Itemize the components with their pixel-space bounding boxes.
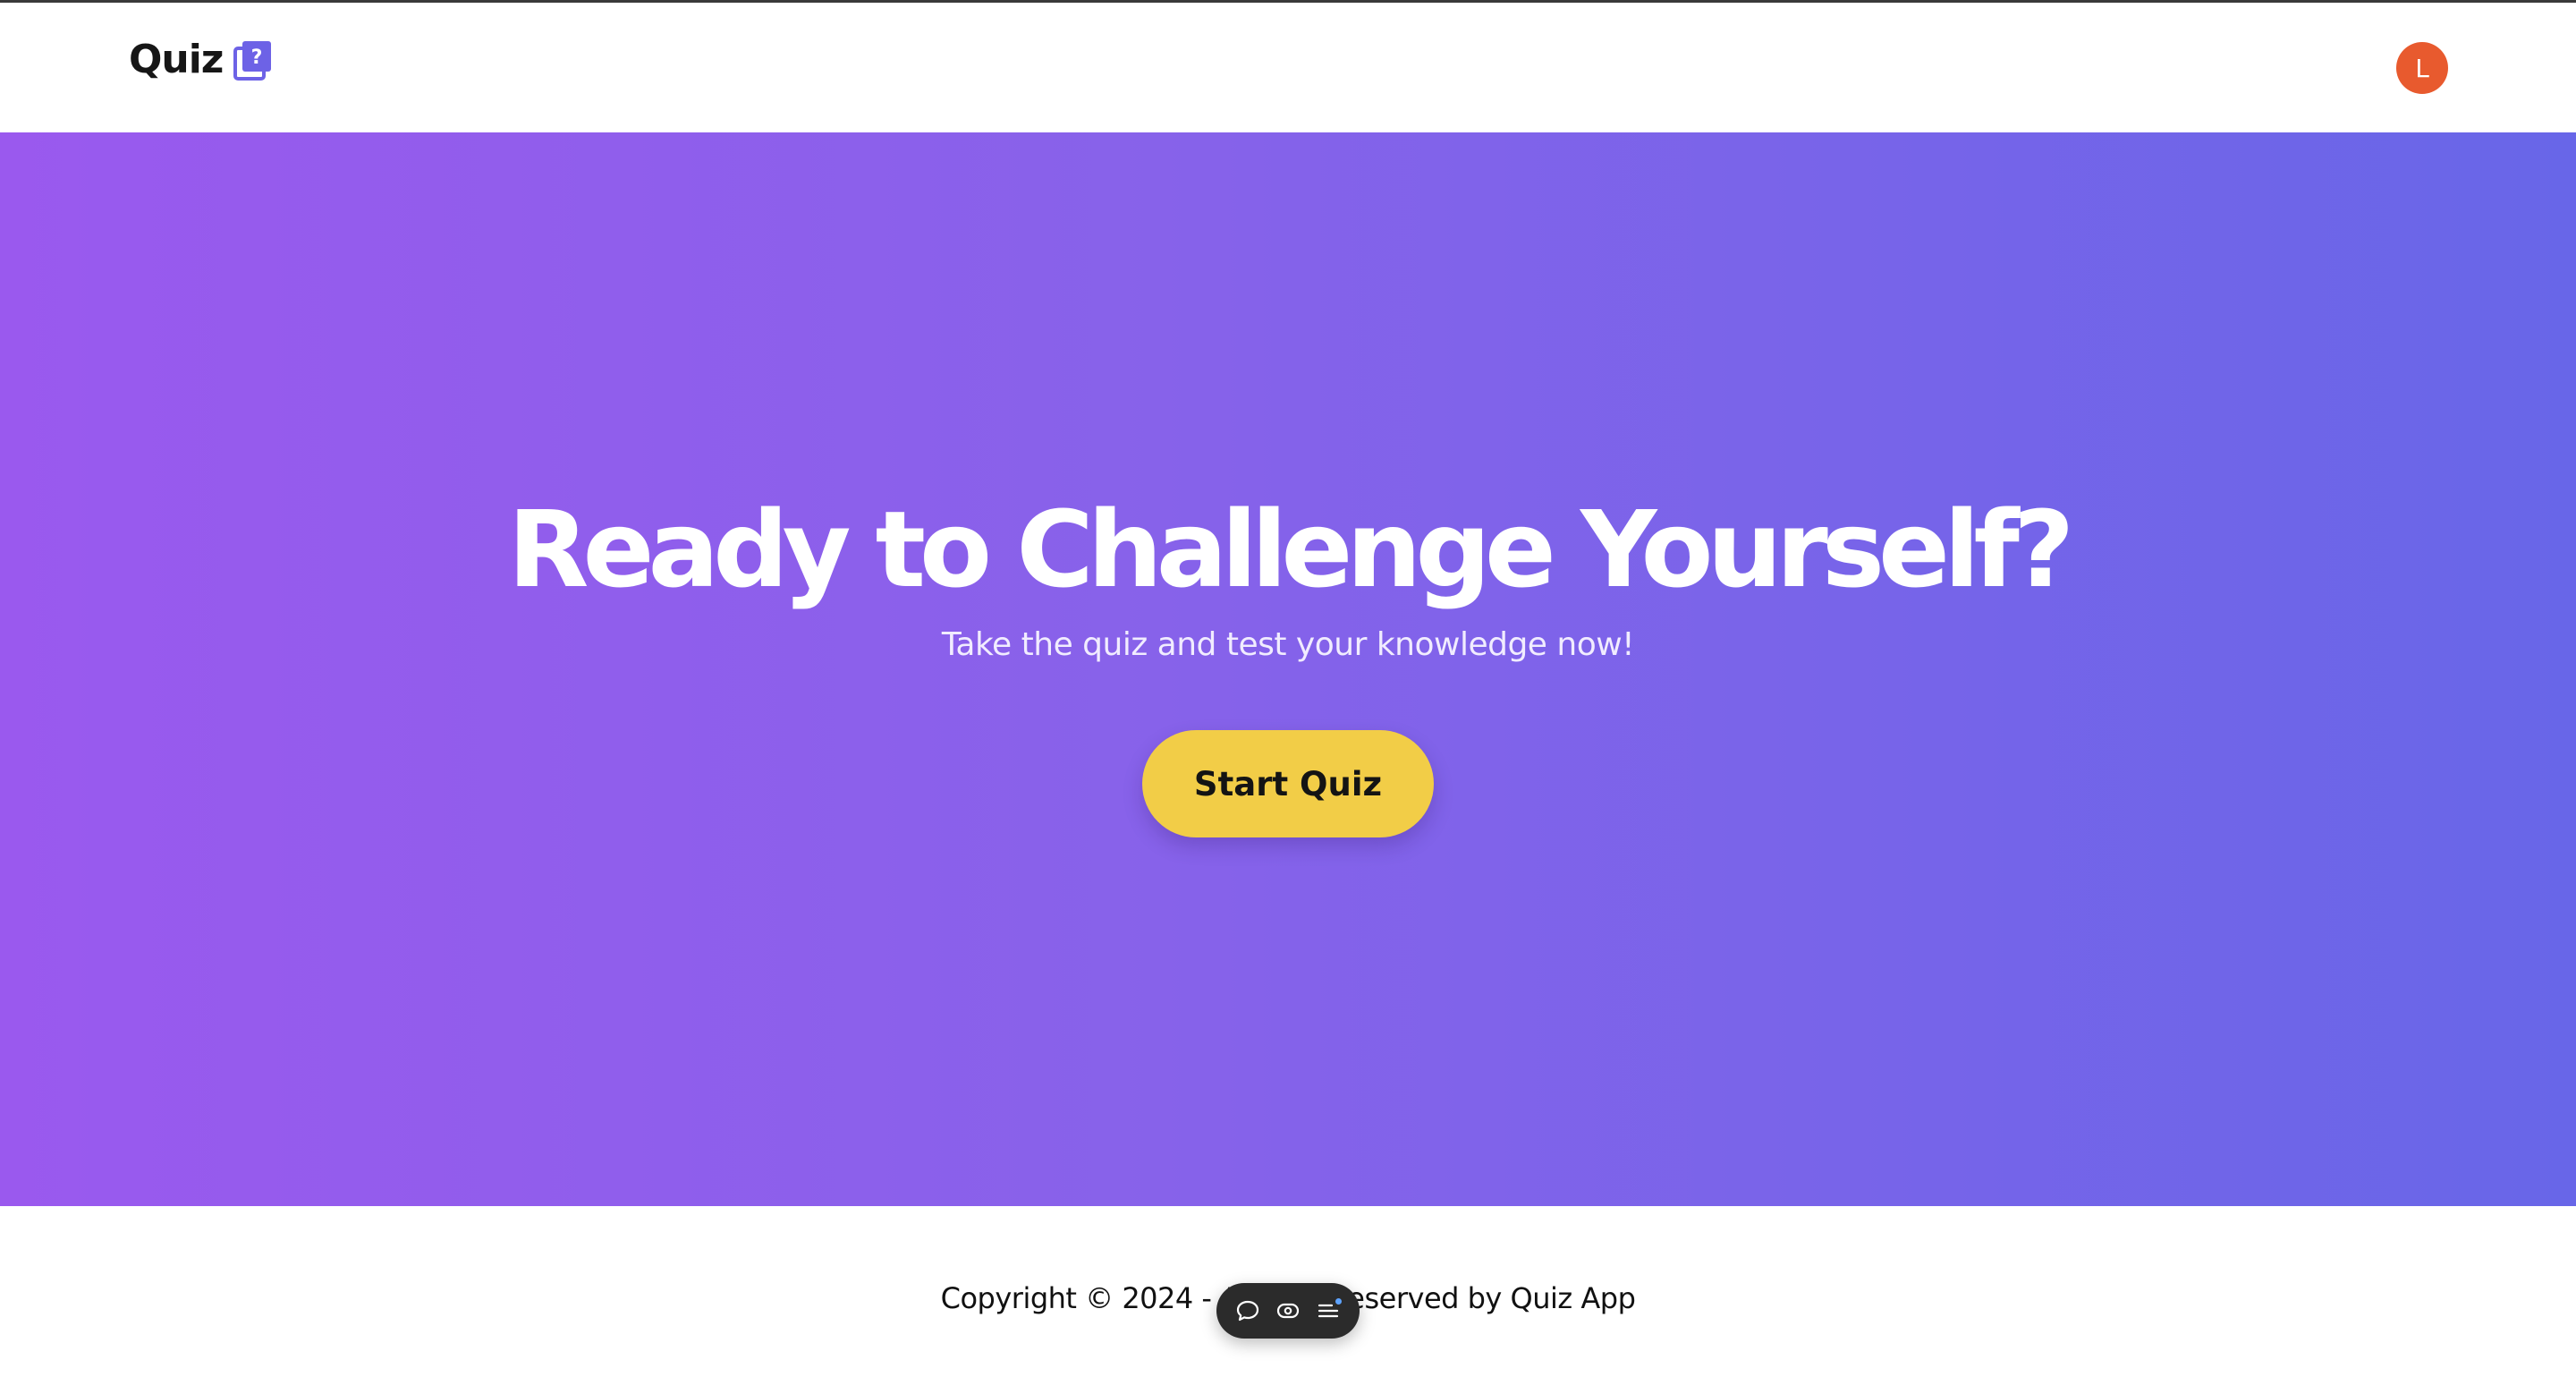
brand-name: Quiz — [129, 37, 224, 82]
navbar: Quiz ? L — [0, 3, 2576, 132]
comment-button[interactable] — [1232, 1295, 1264, 1327]
comment-icon — [1236, 1300, 1258, 1322]
hero-section: Ready to Challenge Yourself? Take the qu… — [0, 132, 2576, 1206]
brand-logo[interactable]: Quiz ? — [129, 37, 273, 82]
hero-subtitle: Take the quiz and test your knowledge no… — [941, 626, 1635, 663]
view-button[interactable] — [1272, 1295, 1304, 1327]
hero-title: Ready to Challenge Yourself? — [507, 488, 2075, 611]
menu-button[interactable] — [1312, 1295, 1344, 1327]
question-book-icon: ? — [233, 40, 272, 81]
user-avatar[interactable]: L — [2396, 42, 2448, 94]
brand-icon-glyph: ? — [251, 47, 263, 69]
avatar-initial: L — [2415, 53, 2429, 83]
eye-icon — [1276, 1303, 1300, 1319]
floating-toolbar — [1216, 1283, 1360, 1339]
start-quiz-button[interactable]: Start Quiz — [1142, 730, 1434, 837]
